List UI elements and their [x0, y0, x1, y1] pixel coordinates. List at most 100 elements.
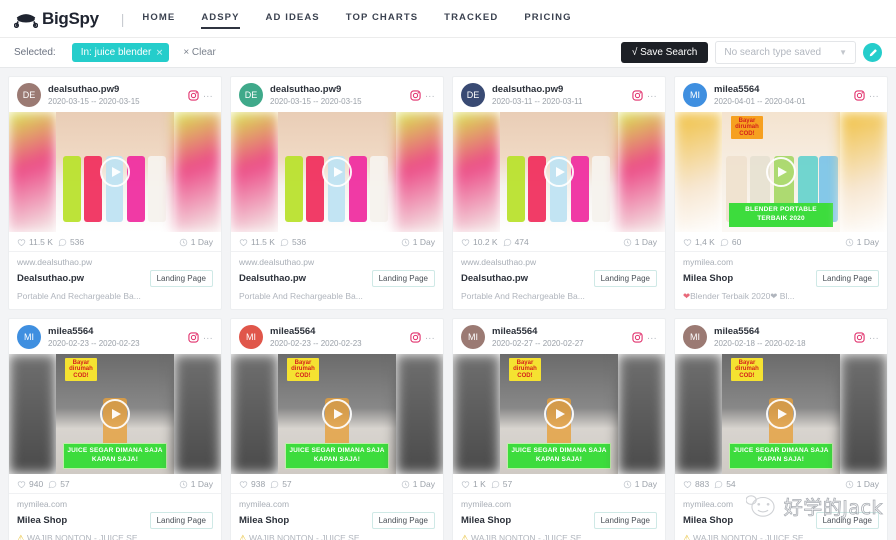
save-search-button[interactable]: √ Save Search: [620, 42, 709, 63]
account-name[interactable]: dealsuthao.pw9: [270, 84, 410, 95]
comment-count: 536: [69, 237, 85, 247]
instagram-icon[interactable]: [188, 89, 199, 101]
ad-card[interactable]: DE dealsuthao.pw9 2020-03-11 -- 2020-03-…: [452, 76, 666, 310]
ad-domain[interactable]: www.dealsuthao.pw: [239, 257, 435, 267]
landing-page-button[interactable]: Landing Page: [593, 270, 657, 287]
ad-card[interactable]: DE dealsuthao.pw9 2020-03-15 -- 2020-03-…: [8, 76, 222, 310]
nav-item-home[interactable]: HOME: [142, 12, 175, 26]
close-icon[interactable]: ✕: [156, 47, 164, 58]
account-name[interactable]: milea5564: [48, 326, 188, 337]
ad-domain[interactable]: mymilea.com: [461, 499, 657, 509]
ad-card[interactable]: DE dealsuthao.pw9 2020-03-15 -- 2020-03-…: [230, 76, 444, 310]
ad-thumbnail[interactable]: Bayar dirumah COD! JUICE SEGAR DIMANA SAJA K…: [453, 354, 665, 474]
thumb-object: [348, 156, 367, 223]
saved-search-select[interactable]: No search type saved ▼: [715, 41, 856, 64]
landing-page-button[interactable]: Landing Page: [815, 270, 879, 287]
clear-filters-button[interactable]: × Clear: [183, 47, 216, 58]
landing-page-button[interactable]: Landing Page: [371, 512, 435, 529]
instagram-icon[interactable]: [854, 89, 865, 101]
play-button-icon[interactable]: [322, 399, 352, 429]
play-button-icon[interactable]: [100, 399, 130, 429]
ad-domain[interactable]: www.dealsuthao.pw: [461, 257, 657, 267]
logo[interactable]: BigSpy: [14, 9, 99, 29]
ad-date-range: 2020-03-15 -- 2020-03-15: [48, 97, 140, 106]
nav-item-tracked[interactable]: TRACKED: [444, 12, 498, 26]
filter-chip-juice-blender[interactable]: In: juice blender ✕: [71, 43, 170, 62]
ad-stats-row: 883 54 1 Day: [675, 474, 887, 494]
avatar[interactable]: MI: [461, 325, 485, 349]
ad-domain[interactable]: www.dealsuthao.pw: [17, 257, 213, 267]
nav-item-top-charts[interactable]: TOP CHARTS: [346, 12, 418, 26]
play-button-icon[interactable]: [100, 157, 130, 187]
ad-card[interactable]: MI milea5564 2020-04-01 -- 2020-04-01 ..…: [674, 76, 888, 310]
account-name[interactable]: milea5564: [270, 326, 410, 337]
more-options-button[interactable]: ...: [203, 332, 213, 342]
more-options-button[interactable]: ...: [425, 332, 435, 342]
ad-card[interactable]: MI milea5564 2020-02-23 -- 2020-02-23 ..…: [230, 318, 444, 540]
ad-card[interactable]: MI milea5564 2020-02-18 -- 2020-02-18 ..…: [674, 318, 888, 540]
more-options-button[interactable]: ...: [425, 90, 435, 100]
account-name[interactable]: dealsuthao.pw9: [48, 84, 188, 95]
more-options-button[interactable]: ...: [647, 90, 657, 100]
avatar[interactable]: DE: [17, 83, 41, 107]
ad-thumbnail[interactable]: [231, 112, 443, 232]
avatar[interactable]: MI: [683, 325, 707, 349]
ad-domain[interactable]: mymilea.com: [239, 499, 435, 509]
heart-icon: [239, 480, 248, 488]
avatar[interactable]: DE: [239, 83, 263, 107]
more-options-button[interactable]: ...: [869, 332, 879, 342]
landing-page-button[interactable]: Landing Page: [149, 270, 213, 287]
account-name[interactable]: milea5564: [492, 326, 632, 337]
comment-icon: [491, 480, 500, 488]
instagram-icon[interactable]: [410, 331, 421, 343]
ad-thumbnail[interactable]: Bayar dirumah COD! JUICE SEGAR DIMANA SAJA K…: [231, 354, 443, 474]
landing-page-button[interactable]: Landing Page: [371, 270, 435, 287]
instagram-icon[interactable]: [188, 331, 199, 343]
ad-thumbnail[interactable]: Bayar dirumah COD! BLENDER PORTABLE TERBAIK …: [675, 112, 887, 232]
avatar[interactable]: MI: [17, 325, 41, 349]
ad-thumbnail[interactable]: Bayar dirumah COD! JUICE SEGAR DIMANA SAJA K…: [9, 354, 221, 474]
nav-item-adspy[interactable]: ADSPY: [201, 12, 240, 29]
landing-page-button[interactable]: Landing Page: [149, 512, 213, 529]
ad-domain[interactable]: mymilea.com: [683, 499, 879, 509]
ad-card-header: MI milea5564 2020-02-27 -- 2020-02-27 ..…: [453, 319, 665, 354]
ad-business-row: Dealsuthao.pw Landing Page: [461, 270, 657, 287]
play-button-icon[interactable]: [544, 399, 574, 429]
nav-item-ad-ideas[interactable]: AD IDEAS: [266, 12, 320, 26]
clock-icon: [845, 238, 854, 246]
edit-search-button[interactable]: [863, 43, 882, 62]
like-stat: 11.5 K: [17, 237, 53, 247]
nav-item-pricing[interactable]: PRICING: [524, 12, 571, 26]
play-button-icon[interactable]: [766, 399, 796, 429]
more-options-button[interactable]: ...: [869, 90, 879, 100]
account-name[interactable]: milea5564: [714, 84, 854, 95]
more-options-button[interactable]: ...: [203, 90, 213, 100]
avatar[interactable]: MI: [683, 83, 707, 107]
ad-thumbnail[interactable]: [9, 112, 221, 232]
avatar[interactable]: DE: [461, 83, 485, 107]
ad-card-header: MI milea5564 2020-02-23 -- 2020-02-23 ..…: [231, 319, 443, 354]
ad-domain[interactable]: mymilea.com: [17, 499, 213, 509]
ad-thumbnail[interactable]: [453, 112, 665, 232]
ad-card[interactable]: MI milea5564 2020-02-27 -- 2020-02-27 ..…: [452, 318, 666, 540]
ad-card-footer: mymilea.com Milea Shop Landing Page ❤Ble…: [675, 252, 887, 309]
account-name[interactable]: dealsuthao.pw9: [492, 84, 632, 95]
ad-card[interactable]: MI milea5564 2020-02-23 -- 2020-02-23 ..…: [8, 318, 222, 540]
play-button-icon[interactable]: [544, 157, 574, 187]
instagram-icon[interactable]: [632, 331, 643, 343]
chevron-down-icon: ▼: [839, 48, 847, 57]
play-button-icon[interactable]: [322, 157, 352, 187]
ad-thumbnail[interactable]: Bayar dirumah COD! JUICE SEGAR DIMANA SAJA K…: [675, 354, 887, 474]
instagram-icon[interactable]: [854, 331, 865, 343]
instagram-icon[interactable]: [632, 89, 643, 101]
play-button-icon[interactable]: [766, 157, 796, 187]
more-options-button[interactable]: ...: [647, 332, 657, 342]
landing-page-button[interactable]: Landing Page: [593, 512, 657, 529]
account-name[interactable]: milea5564: [714, 326, 854, 337]
avatar[interactable]: MI: [239, 325, 263, 349]
like-count: 940: [29, 479, 44, 489]
landing-page-button[interactable]: Landing Page: [815, 512, 879, 529]
instagram-icon[interactable]: [410, 89, 421, 101]
ad-domain[interactable]: mymilea.com: [683, 257, 879, 267]
ad-card-account-info: dealsuthao.pw9 2020-03-15 -- 2020-03-15: [270, 84, 410, 106]
